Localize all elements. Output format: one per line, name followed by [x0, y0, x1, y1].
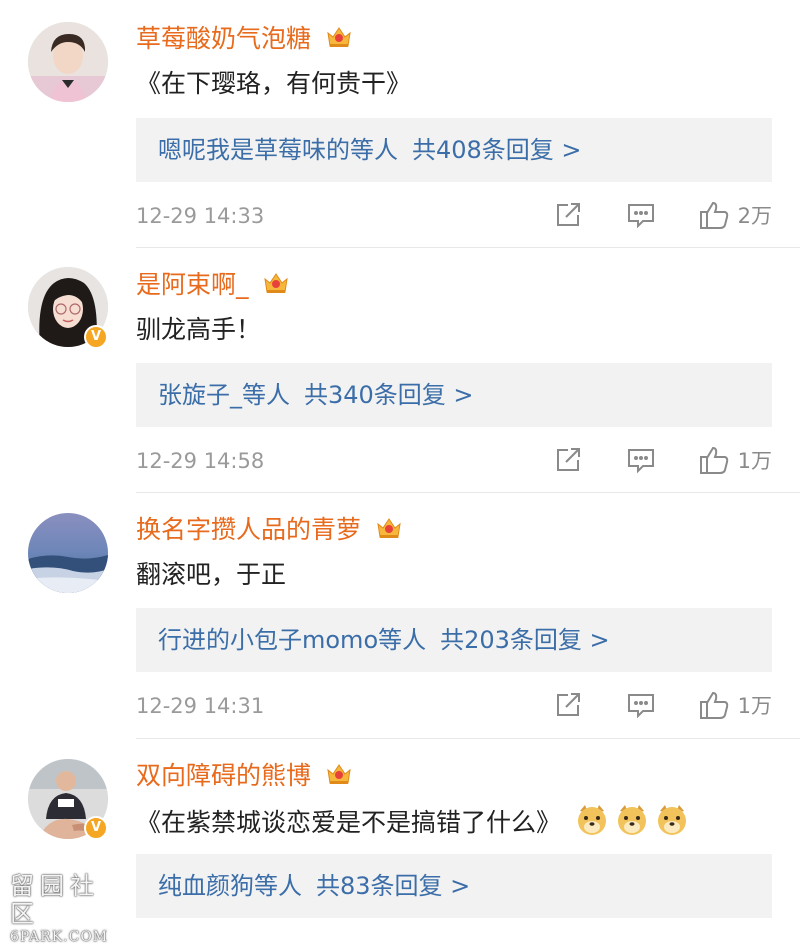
like-button[interactable]: 2万	[698, 200, 772, 230]
comment-text-body: 《在紫禁城谈恋爱是不是搞错了什么》	[136, 808, 562, 837]
comment-actions: 1万	[554, 689, 772, 721]
divider	[136, 247, 800, 248]
like-count: 1万	[737, 449, 772, 473]
reply-etc: 等人	[254, 872, 302, 900]
like-count: 2万	[737, 204, 772, 228]
verified-badge-icon: V	[84, 816, 108, 840]
watermark-line1: 留园社区	[10, 872, 100, 928]
reply-author[interactable]: 纯血颜狗	[158, 872, 254, 900]
crown-badge-icon	[327, 27, 351, 47]
reply-etc: 等人	[350, 136, 398, 164]
comment-button[interactable]	[626, 446, 656, 474]
replies-link[interactable]: 张旋子_等人 共340条回复 >	[136, 363, 772, 427]
doge-emoji-icon	[657, 805, 686, 835]
reply-count[interactable]: 共340条回复 >	[304, 381, 474, 409]
comment-icon	[627, 204, 654, 229]
share-icon	[556, 203, 580, 226]
comment-icon	[627, 694, 654, 719]
replies-link[interactable]: 纯血颜狗等人 共83条回复 >	[136, 854, 772, 918]
reply-count[interactable]: 共408条回复 >	[412, 136, 582, 164]
share-icon	[556, 448, 580, 471]
watermark: 留园社区 6PARK.COM	[10, 872, 120, 946]
verified-badge-icon: V	[84, 325, 108, 349]
reply-author[interactable]: 张旋子_	[158, 381, 242, 409]
thumbs-up-icon	[699, 446, 728, 474]
comment-text: 《在下璎珞，有何贵干》	[136, 69, 412, 98]
reply-count[interactable]: 共83条回复 >	[316, 872, 470, 900]
timestamp: 12-29 14:31	[136, 694, 265, 718]
reply-etc: 等人	[242, 381, 290, 409]
comment-actions: 2万	[554, 199, 772, 231]
thumbs-up-icon	[699, 201, 728, 229]
username-text[interactable]: 双向障碍的熊博	[136, 761, 311, 790]
crown-badge-icon	[377, 518, 401, 538]
username-text[interactable]: 换名字攒人品的青萝	[136, 515, 361, 544]
share-button[interactable]	[554, 201, 582, 229]
username[interactable]: 草莓酸奶气泡糖	[136, 24, 353, 54]
watermark-line2: 6PARK.COM	[10, 929, 109, 945]
like-count: 1万	[737, 694, 772, 718]
crown-badge-icon	[327, 764, 351, 784]
reply-author[interactable]: 嗯呢我是草莓味的	[158, 136, 350, 164]
replies-link[interactable]: 嗯呢我是草莓味的等人 共408条回复 >	[136, 118, 772, 182]
avatar[interactable]	[28, 22, 108, 102]
username[interactable]: 双向障碍的熊博	[136, 761, 353, 791]
reply-count[interactable]: 共203条回复 >	[440, 626, 610, 654]
username[interactable]: 是阿束啊_	[136, 270, 290, 300]
username[interactable]: 换名字攒人品的青萝	[136, 515, 403, 545]
reply-author[interactable]: 行进的小包子momo	[158, 626, 378, 654]
crown-badge-icon	[264, 273, 289, 293]
comment-icon	[627, 449, 654, 474]
comment-text: 翻滚吧，于正	[136, 560, 287, 589]
share-button[interactable]	[554, 691, 582, 719]
share-icon	[556, 693, 580, 716]
thumbs-up-icon	[699, 691, 728, 719]
reply-etc: 等人	[378, 626, 427, 654]
username-text[interactable]: 是阿束啊_	[136, 270, 249, 299]
like-button[interactable]: 1万	[698, 690, 772, 720]
divider	[136, 492, 800, 493]
comment-button[interactable]	[626, 691, 656, 719]
timestamp: 12-29 14:33	[136, 204, 265, 228]
like-button[interactable]: 1万	[698, 445, 772, 475]
timestamp: 12-29 14:58	[136, 449, 265, 473]
comment-button[interactable]	[626, 201, 656, 229]
doge-emoji-icon	[577, 805, 606, 835]
doge-emoji-icon	[617, 805, 646, 835]
avatar[interactable]	[28, 513, 108, 593]
comment-text: 《在紫禁城谈恋爱是不是搞错了什么》	[136, 803, 689, 839]
comment-actions: 1万	[554, 444, 772, 476]
share-button[interactable]	[554, 446, 582, 474]
replies-link[interactable]: 行进的小包子momo等人 共203条回复 >	[136, 608, 772, 672]
divider	[136, 738, 800, 739]
comment-text: 驯龙高手！	[136, 315, 262, 344]
username-text[interactable]: 草莓酸奶气泡糖	[136, 24, 311, 53]
